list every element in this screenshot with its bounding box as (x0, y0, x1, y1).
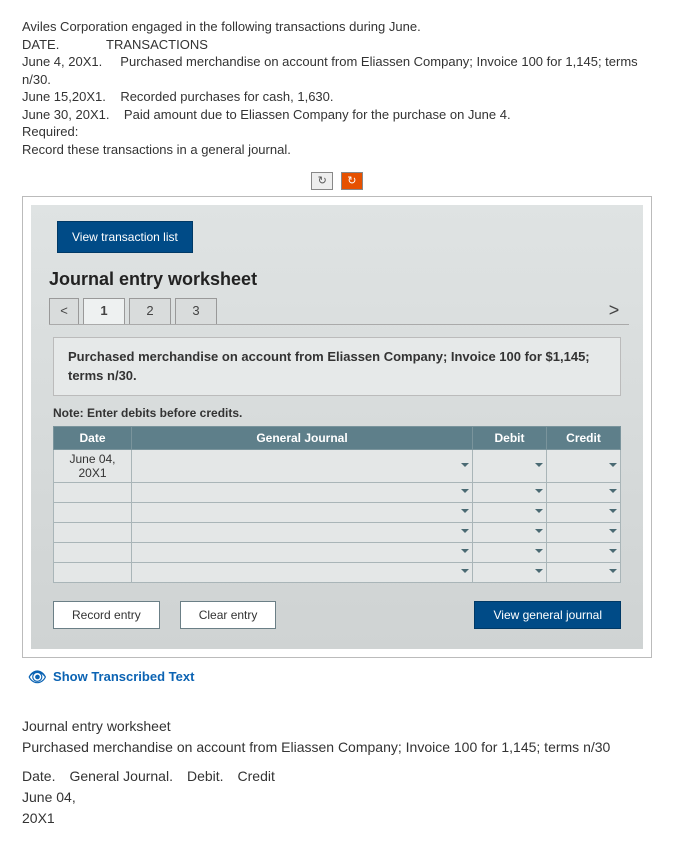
trans-line2: Purchased merchandise on account from El… (22, 737, 652, 758)
show-transcribed-label: Show Transcribed Text (53, 669, 194, 684)
toolbar: ↻ ↻ (22, 172, 652, 190)
prob-t3: June 30, 20X1. Paid amount due to Eliass… (22, 106, 652, 124)
view-general-journal-button[interactable]: View general journal (474, 601, 621, 629)
prob-headers: DATE. TRANSACTIONS (22, 36, 652, 54)
t3-date: June 30, 20X1. (22, 107, 109, 122)
cell-credit[interactable] (547, 562, 621, 582)
prob-line: Aviles Corporation engaged in the follow… (22, 18, 652, 36)
cell-debit[interactable] (473, 502, 547, 522)
trans-date2: 20X1 (22, 808, 652, 829)
cell-account[interactable] (132, 449, 473, 482)
table-row (54, 542, 621, 562)
cell-account[interactable] (132, 542, 473, 562)
worksheet-title-text: Journal entry worksheet (49, 269, 257, 289)
th-date: Date (54, 426, 132, 449)
table-row (54, 522, 621, 542)
cell-credit[interactable] (547, 482, 621, 502)
th-credit: Credit (547, 426, 621, 449)
cell-debit[interactable] (473, 542, 547, 562)
cell-account[interactable] (132, 562, 473, 582)
cell-credit[interactable] (547, 522, 621, 542)
table-row (54, 482, 621, 502)
cell-date[interactable] (54, 542, 132, 562)
tab-1[interactable]: 1 (83, 298, 125, 324)
date-hdr: DATE. (22, 37, 59, 52)
debits-credits-note: Note: Enter debits before credits. (53, 406, 621, 420)
problem-statement: Aviles Corporation engaged in the follow… (22, 18, 652, 158)
cell-credit[interactable] (547, 449, 621, 482)
cell-date[interactable] (54, 482, 132, 502)
cell-debit[interactable] (473, 562, 547, 582)
t1-text: Purchased merchandise on account from El… (120, 54, 637, 69)
tab-3[interactable]: 3 (175, 298, 217, 324)
prob-req2: Record these transactions in a general j… (22, 141, 652, 159)
prob-t2: June 15,20X1. Recorded purchases for cas… (22, 88, 652, 106)
prob-req: Required: (22, 123, 652, 141)
transcribed-text: Journal entry worksheet Purchased mercha… (22, 716, 652, 829)
cell-date[interactable] (54, 562, 132, 582)
th-debit: Debit (473, 426, 547, 449)
t3-text: Paid amount due to Eliassen Company for … (124, 107, 511, 122)
trans-headers: Date. General Journal. Debit. Credit (22, 766, 652, 787)
cell-debit[interactable] (473, 482, 547, 502)
refresh-orange-icon[interactable]: ↻ (341, 172, 363, 190)
cell-credit[interactable] (547, 542, 621, 562)
journal-table: Date General Journal Debit Credit June 0… (53, 426, 621, 583)
t1-date: June 4, 20X1. (22, 54, 102, 69)
cell-date[interactable]: June 04, 20X1 (54, 449, 132, 482)
cell-account[interactable] (132, 522, 473, 542)
prob-t1c: n/30. (22, 71, 652, 89)
show-transcribed-toggle[interactable]: 👁 Show Transcribed Text (28, 668, 652, 686)
cell-date[interactable] (54, 502, 132, 522)
table-row (54, 562, 621, 582)
cell-date[interactable] (54, 522, 132, 542)
cell-account[interactable] (132, 502, 473, 522)
worksheet-area: View transaction list Journal entry work… (31, 205, 643, 648)
refresh-icon[interactable]: ↻ (311, 172, 333, 190)
cell-debit[interactable] (473, 449, 547, 482)
trans-line1: Journal entry worksheet (22, 716, 652, 737)
cell-debit[interactable] (473, 522, 547, 542)
table-row (54, 502, 621, 522)
cell-account[interactable] (132, 482, 473, 502)
tab-bar: < 1 2 3 > (49, 298, 629, 325)
record-entry-button[interactable]: Record entry (53, 601, 160, 629)
view-transaction-list-button[interactable]: View transaction list (57, 221, 193, 253)
worksheet-title: Journal entry worksheet (49, 269, 629, 290)
prob-t1: June 4, 20X1. Purchased merchandise on a… (22, 53, 652, 71)
eye-icon: 👁 (28, 668, 47, 686)
tab-prev-button[interactable]: < (49, 298, 79, 324)
tab-next-button[interactable]: > (599, 298, 629, 324)
t2-date: June 15,20X1. (22, 89, 106, 104)
table-row: June 04, 20X1 (54, 449, 621, 482)
th-general-journal: General Journal (132, 426, 473, 449)
button-row: Record entry Clear entry View general jo… (45, 597, 629, 631)
clear-entry-button[interactable]: Clear entry (180, 601, 277, 629)
worksheet-panel: View transaction list Journal entry work… (22, 196, 652, 657)
entry-description: Purchased merchandise on account from El… (53, 337, 621, 395)
cell-credit[interactable] (547, 502, 621, 522)
tab-2[interactable]: 2 (129, 298, 171, 324)
trans-hdr: TRANSACTIONS (106, 37, 208, 52)
trans-date1: June 04, (22, 787, 652, 808)
cell-date-line2: 20X1 (58, 466, 127, 480)
cell-date-line1: June 04, (58, 452, 127, 466)
t2-text: Recorded purchases for cash, 1,630. (120, 89, 333, 104)
